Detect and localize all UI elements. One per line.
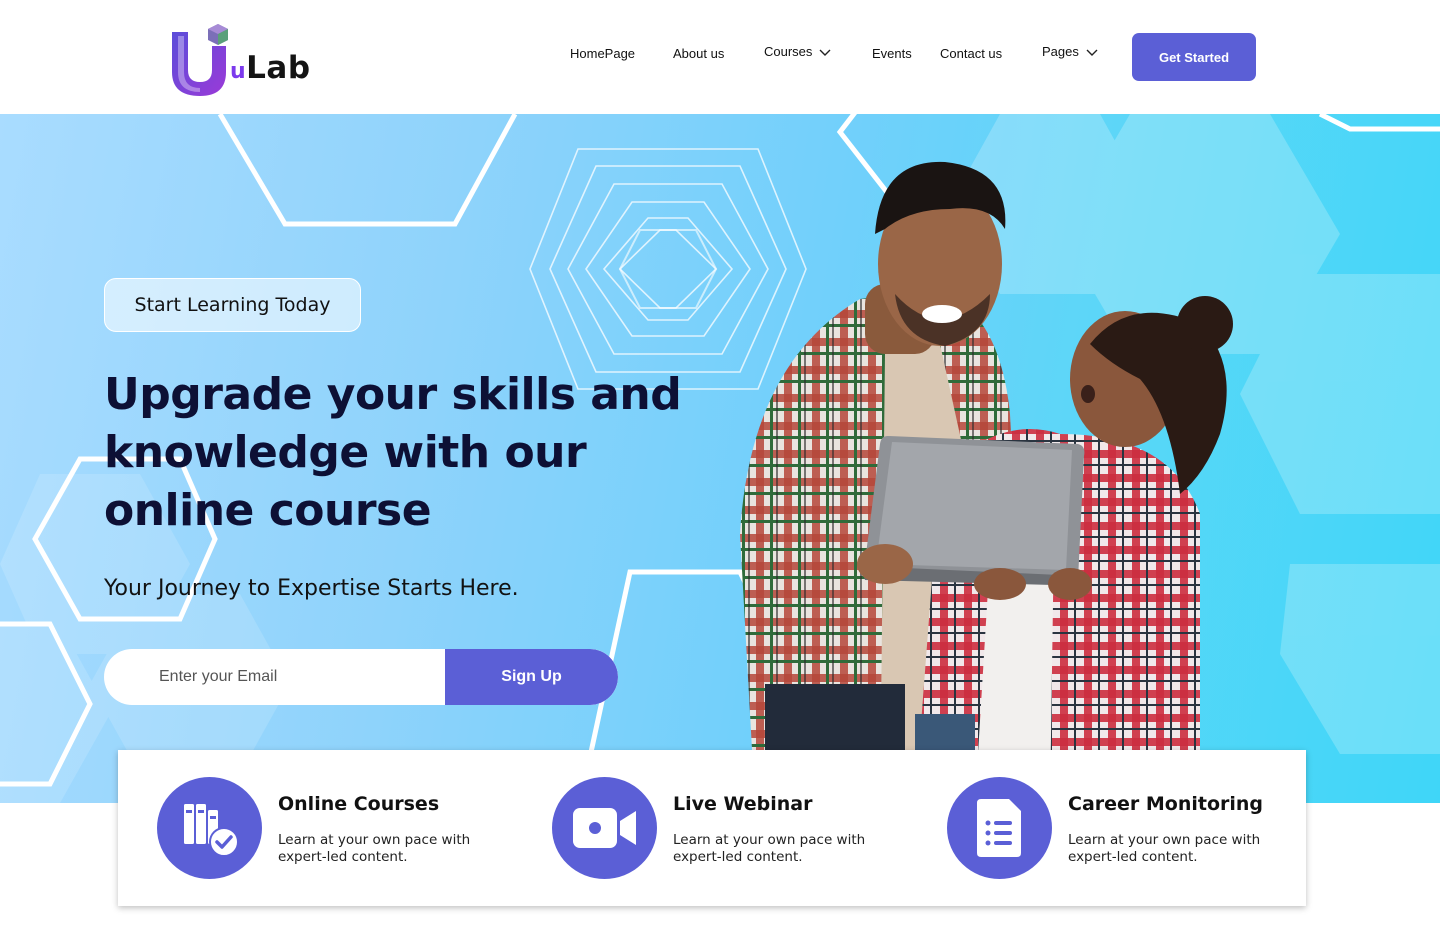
nav-homepage[interactable]: HomePage (570, 46, 635, 61)
nav-about-us[interactable]: About us (673, 46, 724, 61)
hero-students-image (740, 161, 1233, 803)
feature-live-webinar[interactable]: Live Webinar Learn at your own pace with… (552, 777, 912, 881)
email-input[interactable] (104, 649, 445, 705)
features-card: Online Courses Learn at your own pace wi… (118, 750, 1306, 906)
feature-online-courses[interactable]: Online Courses Learn at your own pace wi… (157, 777, 517, 881)
document-list-icon (947, 777, 1052, 879)
video-camera-icon (552, 777, 657, 879)
feature-description: Learn at your own pace with expert-led c… (1068, 832, 1261, 865)
email-signup-form: Sign Up (104, 649, 618, 705)
logo-wordmark: uLab (230, 50, 311, 86)
hero-headline: Upgrade your skills and knowledge with o… (104, 369, 682, 536)
logo-u-mark-icon (172, 24, 228, 96)
chevron-down-icon (819, 49, 831, 56)
hero-section: Start Learning Today Upgrade your skills… (0, 114, 1440, 803)
hero-subheading: Your Journey to Expertise Starts Here. (104, 576, 519, 601)
feature-title: Live Webinar (673, 793, 813, 815)
start-learning-badge: Start Learning Today (104, 278, 361, 332)
feature-career-monitoring[interactable]: Career Monitoring Learn at your own pace… (947, 777, 1307, 881)
feature-description: Learn at your own pace with expert-led c… (673, 832, 866, 865)
nav-pages[interactable]: Pages (1042, 44, 1099, 59)
get-started-button[interactable]: Get Started (1132, 33, 1256, 81)
nav-contact-us[interactable]: Contact us (940, 46, 1002, 61)
books-check-icon (157, 777, 262, 879)
sign-up-button[interactable]: Sign Up (445, 649, 618, 705)
site-header: uLab HomePage About us Courses Events Co… (0, 0, 1440, 114)
feature-description: Learn at your own pace with expert-led c… (278, 832, 471, 865)
nav-events[interactable]: Events (872, 46, 912, 61)
chevron-down-icon (1086, 49, 1098, 56)
feature-title: Online Courses (278, 793, 440, 815)
ulab-logo[interactable]: uLab (168, 22, 328, 98)
feature-title: Career Monitoring (1068, 793, 1264, 815)
nav-courses[interactable]: Courses (764, 44, 832, 59)
